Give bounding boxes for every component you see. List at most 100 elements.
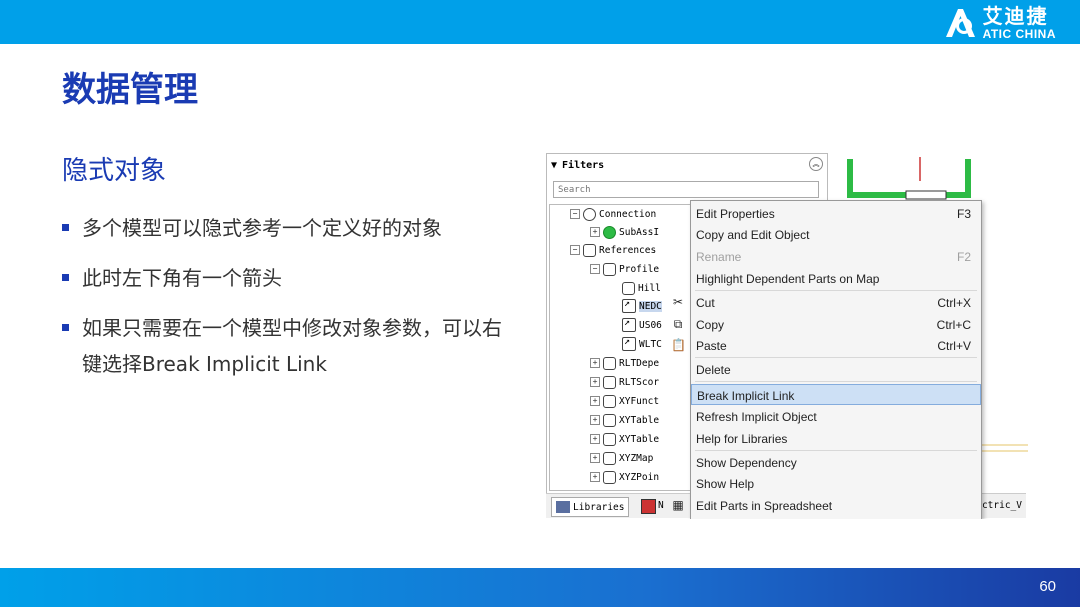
- tree-row[interactable]: NEDC: [622, 297, 662, 315]
- tree-label: WLTC: [639, 338, 662, 350]
- collapse-icon[interactable]: −: [590, 264, 600, 274]
- bullet-item: 此时左下角有一个箭头: [62, 260, 502, 296]
- collapse-chevron-icon[interactable]: ︽: [809, 157, 823, 171]
- menu-item-copy-and-edit[interactable]: Copy and Edit Object: [691, 224, 981, 245]
- tree-row[interactable]: + RLTDepe: [590, 354, 659, 372]
- expand-icon[interactable]: +: [590, 227, 600, 237]
- menu-item-highlight-dependent[interactable]: Highlight Dependent Parts on Map: [691, 268, 981, 289]
- bottom-banner: 60: [0, 568, 1080, 607]
- tree-row[interactable]: − Profile: [590, 260, 659, 278]
- collapse-icon[interactable]: −: [570, 245, 580, 255]
- tree-row[interactable]: + XYZPoin: [590, 468, 659, 486]
- menu-item-copy[interactable]: ⧉ Copy Ctrl+C: [674, 314, 981, 335]
- menu-item-shortcut: Ctrl+C: [936, 318, 971, 332]
- filters-header-label: Filters: [562, 159, 605, 171]
- menu-item-edit-spreadsheet[interactable]: ▦ Edit Parts in Spreadsheet: [672, 495, 981, 516]
- menu-item-shortcut: Ctrl+V: [937, 339, 971, 353]
- folder-icon: [603, 451, 616, 465]
- tree-label: Profile: [619, 263, 660, 275]
- menu-item-rename[interactable]: Rename F2: [691, 246, 981, 267]
- section-title: 隐式对象: [62, 156, 167, 186]
- menu-item-paste[interactable]: 📋 Paste Ctrl+V: [671, 335, 981, 356]
- tab-libraries-label: Libraries: [573, 501, 625, 513]
- menu-separator: [695, 450, 977, 451]
- bullet-item: 多个模型可以隐式参考一个定义好的对象: [62, 210, 502, 246]
- context-menu: Edit Properties F3 Copy and Edit Object …: [671, 200, 982, 519]
- menu-item-shortcut: F3: [956, 207, 971, 221]
- tab-model-label[interactable]: N: [658, 500, 664, 511]
- spreadsheet-icon: ▦: [672, 498, 684, 512]
- menu-item-edit-properties[interactable]: Edit Properties F3: [691, 203, 981, 224]
- menu-item-help-libraries[interactable]: Help for Libraries: [691, 428, 981, 449]
- menu-item-label: Break Implicit Link: [697, 389, 795, 403]
- tree-label: XYTable: [619, 433, 660, 445]
- menu-item-delete[interactable]: Delete: [691, 359, 981, 380]
- tree-row[interactable]: Hill: [622, 279, 661, 297]
- tree-row[interactable]: + RLTScor: [590, 373, 659, 391]
- folder-icon: [603, 394, 616, 408]
- tree-row[interactable]: US06: [622, 316, 662, 334]
- menu-item-label: Rename: [696, 250, 742, 264]
- menu-item-refresh-implicit[interactable]: Refresh Implicit Object: [691, 406, 981, 427]
- tree-label: XYZPoin: [619, 471, 660, 483]
- tree-row[interactable]: − Connection: [570, 205, 656, 223]
- tree-label: RLTScor: [619, 376, 660, 388]
- menu-item-label: Show Dependency: [696, 456, 797, 470]
- tree-row[interactable]: + XYTable: [590, 411, 659, 429]
- menu-item-show-dependency[interactable]: Show Dependency: [691, 452, 981, 473]
- tree-label: NEDC: [639, 300, 662, 312]
- tree-label: SubAssI: [619, 226, 660, 238]
- menu-item-label: Highlight Dependent Parts on Map: [696, 272, 880, 286]
- menu-item-break-implicit-link[interactable]: Break Implicit Link: [691, 384, 981, 405]
- expand-icon[interactable]: +: [590, 415, 600, 425]
- connection-icon: [583, 207, 596, 221]
- model-tab-icon[interactable]: [641, 499, 656, 514]
- implicit-link-icon: [622, 317, 636, 332]
- tree-label: References: [599, 244, 657, 256]
- menu-item-show-help[interactable]: Show Help: [691, 473, 981, 494]
- expand-icon[interactable]: +: [590, 396, 600, 406]
- brand-logo: 艾迪捷 ATIC CHINA: [943, 4, 1056, 42]
- app-screenshot: ▼ Filters ︽ − Connection + SubAssI − Ref…: [544, 153, 1028, 519]
- tree-label: Connection: [599, 208, 657, 220]
- expand-icon[interactable]: +: [590, 472, 600, 482]
- filters-header[interactable]: ▼ Filters: [547, 154, 827, 176]
- tab-electric-label[interactable]: ectric_V: [976, 500, 1022, 511]
- object-icon: [622, 281, 635, 295]
- tree-row[interactable]: WLTC: [622, 335, 662, 353]
- folder-icon: [603, 470, 616, 484]
- menu-item-label: Help for Libraries: [696, 432, 788, 446]
- menu-item-label: Edit Parts in Spreadsheet: [696, 499, 833, 513]
- menu-item-label: Copy and Edit Object: [696, 228, 810, 242]
- implicit-link-icon: [622, 336, 636, 351]
- tab-libraries[interactable]: Libraries: [551, 497, 630, 517]
- tree-row[interactable]: + XYTable: [590, 430, 659, 448]
- expand-icon[interactable]: +: [590, 358, 600, 368]
- folder-icon: [583, 243, 596, 257]
- subassembly-icon: [603, 225, 616, 239]
- logo-mark-icon: [945, 9, 975, 37]
- menu-item-shortcut: Ctrl+X: [937, 296, 971, 310]
- menu-item-cut[interactable]: ✂ Cut Ctrl+X: [673, 292, 981, 313]
- tree-row[interactable]: − References: [570, 241, 656, 259]
- folder-icon: [603, 356, 616, 370]
- menu-item-label: Paste: [696, 339, 727, 353]
- search-input[interactable]: [553, 181, 819, 198]
- tree-row[interactable]: + XYZMap: [590, 449, 653, 467]
- collapse-icon[interactable]: −: [570, 209, 580, 219]
- tree-row[interactable]: + XYFunct: [590, 392, 659, 410]
- tree-label: XYTable: [619, 414, 660, 426]
- libraries-icon: [556, 501, 570, 513]
- expand-icon[interactable]: +: [590, 453, 600, 463]
- tree-row[interactable]: + SubAssI: [590, 223, 659, 241]
- bullet-list: 多个模型可以隐式参考一个定义好的对象 此时左下角有一个箭头 如果只需要在一个模型…: [62, 210, 502, 396]
- page-number: 60: [1039, 578, 1056, 595]
- page-title: 数据管理: [62, 70, 198, 110]
- expand-icon[interactable]: +: [590, 377, 600, 387]
- expand-icon[interactable]: +: [590, 434, 600, 444]
- menu-separator: [695, 357, 977, 358]
- menu-item-label: Cut: [696, 296, 715, 310]
- menu-item-label: Refresh Implicit Object: [696, 410, 817, 424]
- menu-item-label: Edit Properties: [696, 207, 775, 221]
- menu-item-label: Delete: [696, 363, 731, 377]
